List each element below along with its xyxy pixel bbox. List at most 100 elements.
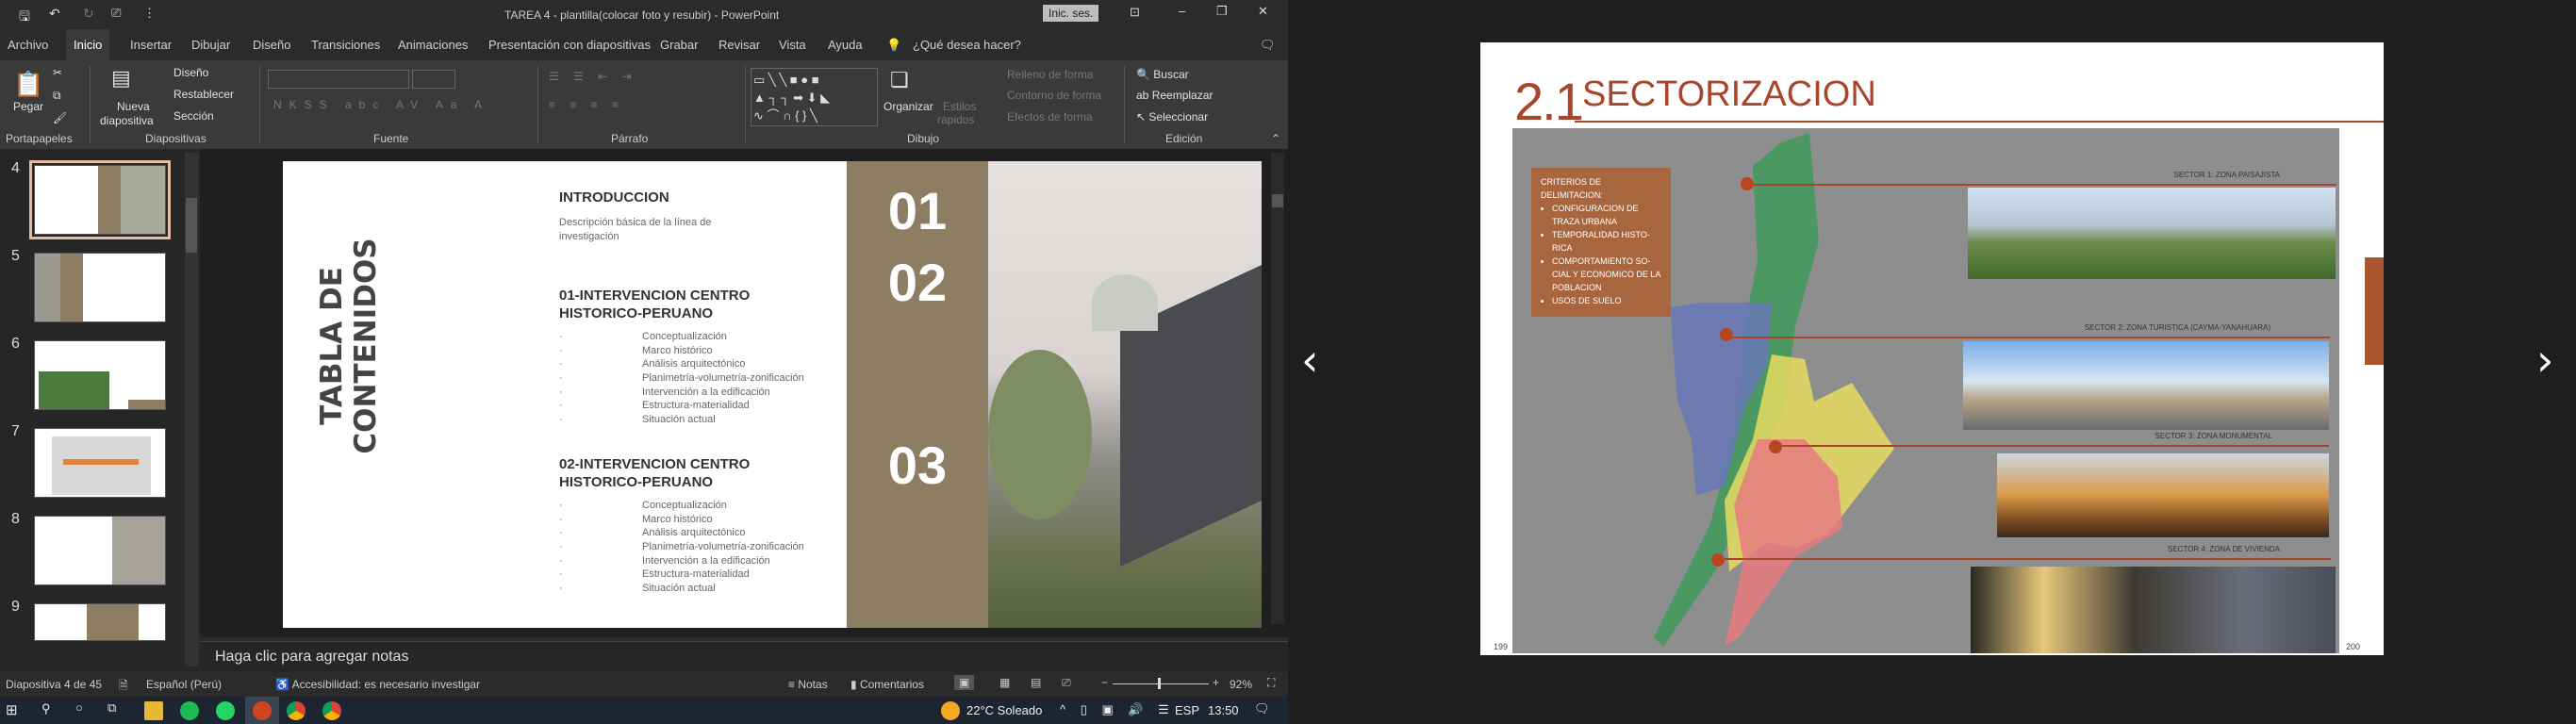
shapes-gallery[interactable]: ▭ ╲ ╲ ■ ● ■ ▲ ┐ ┐ ➡ ⬇ ◣ ∿ ⌒ ∩ { } ╲ <box>751 68 878 126</box>
current-slide[interactable]: TABLA DE CONTENIDOS INTRODUCCION Descrip… <box>283 161 1262 628</box>
find-button[interactable]: 🔍 Buscar <box>1136 68 1189 81</box>
language-button[interactable]: Español (Perú) <box>146 678 222 691</box>
zoom-slider[interactable] <box>1113 678 1209 689</box>
save-icon[interactable]: 🖫 <box>19 7 30 29</box>
shape-outline-button[interactable]: Contorno de forma <box>1007 89 1101 102</box>
slide-thumbnail-8[interactable] <box>34 516 166 585</box>
cortana-icon[interactable]: ○ <box>75 700 83 715</box>
slide-thumbnail-5[interactable] <box>34 253 166 322</box>
undo-icon[interactable]: ↶ <box>49 6 60 22</box>
sign-in-button[interactable]: Inic. ses. <box>1043 5 1099 22</box>
tab-animaciones[interactable]: Animaciones <box>398 38 468 52</box>
next-page-button[interactable]: › <box>2536 335 2553 386</box>
toc-item: · Estructura-materialidad <box>559 400 842 414</box>
format-painter-icon[interactable]: 🖌 <box>53 111 67 124</box>
slide-thumbnail-6[interactable] <box>34 340 166 410</box>
slide-thumbnail-9[interactable] <box>34 603 166 641</box>
notifications-icon[interactable]: 🗨 <box>1254 701 1270 716</box>
replace-button[interactable]: ab Reemplazar <box>1136 89 1213 102</box>
tab-diseno[interactable]: Diseño <box>253 38 290 52</box>
copy-icon[interactable]: ⧉ <box>53 89 61 103</box>
previous-page-button[interactable]: ‹ <box>1301 335 1318 386</box>
new-slide-label-2[interactable]: diapositiva <box>100 114 154 127</box>
slide-thumbnail-7[interactable] <box>34 428 166 498</box>
comments-icon[interactable]: 🗨 <box>1260 38 1276 53</box>
present-icon[interactable]: ⎚ <box>111 6 121 21</box>
align-buttons[interactable]: ≡ ≡ ≡ ≡ <box>549 98 624 111</box>
section-button[interactable]: Sección <box>173 109 214 123</box>
paste-icon[interactable]: 📋 <box>13 70 43 99</box>
shape-effects-button[interactable]: Efectos de forma <box>1007 110 1093 123</box>
list-buttons[interactable]: ☰ ☰ ⇤ ⇥ <box>549 70 637 83</box>
spellcheck-icon[interactable]: 🗎 <box>119 677 128 697</box>
redo-icon[interactable]: ↻ <box>83 6 94 22</box>
tell-me-search[interactable]: ¿Qué desea hacer? <box>913 38 1021 52</box>
tab-vista[interactable]: Vista <box>779 38 806 52</box>
layout-button[interactable]: Diseño <box>173 66 208 79</box>
spotify-icon[interactable] <box>180 701 199 720</box>
normal-view-button[interactable]: ▣ <box>954 675 975 690</box>
zoom-in-button[interactable]: + <box>1213 676 1219 689</box>
comments-button[interactable]: ▮ Comentarios <box>850 678 924 691</box>
select-button[interactable]: ↖ Seleccionar <box>1136 110 1208 123</box>
font-format-buttons[interactable]: NKSS abc AV Aa A <box>273 98 489 111</box>
windows-start-icon[interactable]: ⊞ <box>6 701 18 718</box>
tab-grabar[interactable]: Grabar <box>660 38 698 52</box>
tab-dibujar[interactable]: Dibujar <box>191 38 230 52</box>
chrome-icon[interactable] <box>287 701 305 720</box>
search-icon[interactable]: ⚲ <box>41 701 51 716</box>
paste-button[interactable]: Pegar <box>13 100 43 113</box>
toc-item-label: Situación actual <box>642 414 716 426</box>
new-slide-button[interactable]: Nueva <box>117 100 150 113</box>
whatsapp-icon[interactable] <box>216 701 235 720</box>
criteria-item: COMPORTAMIENTO SO-CIAL Y ECONOMICO DE LA… <box>1552 255 1661 294</box>
collapse-ribbon-icon[interactable]: ⌃ <box>1271 132 1280 145</box>
input-language[interactable]: ESP <box>1175 703 1199 717</box>
clock[interactable]: 13:50 <box>1208 703 1239 717</box>
file-explorer-icon[interactable] <box>144 701 163 720</box>
zoom-slider-thumb[interactable] <box>1158 678 1162 689</box>
zoom-out-button[interactable]: − <box>1101 676 1108 689</box>
thumbnails-scrollbar[interactable] <box>185 153 198 666</box>
slide-thumbnail-4[interactable] <box>29 160 171 239</box>
scrollbar-thumb[interactable] <box>186 198 197 253</box>
close-button[interactable]: ✕ <box>1258 4 1268 19</box>
tab-archivo[interactable]: Archivo <box>8 38 48 52</box>
font-size-input[interactable] <box>412 70 455 89</box>
arrange-button[interactable]: Organizar <box>883 100 933 113</box>
quick-styles-button[interactable]: Estilos <box>943 100 976 113</box>
tab-presentacion[interactable]: Presentación con diapositivas <box>488 38 651 52</box>
shape-fill-button[interactable]: Relleno de forma <box>1007 68 1093 81</box>
chrome-icon[interactable] <box>322 701 341 720</box>
slide-sorter-button[interactable]: ▦ <box>999 676 1010 689</box>
scrollbar-thumb[interactable] <box>1272 194 1283 207</box>
minimize-button[interactable]: – <box>1179 4 1185 18</box>
reading-view-button[interactable]: ▤ <box>1031 676 1041 689</box>
intro-description: Descripción básica de la línea de invest… <box>559 216 711 244</box>
customize-toolbar-icon[interactable]: ⋮ <box>143 6 156 21</box>
arrange-icon[interactable]: ❏ <box>890 68 909 92</box>
fit-to-window-icon[interactable]: ⛶ <box>1267 676 1275 690</box>
cut-icon[interactable]: ✂ <box>53 66 62 79</box>
slideshow-button[interactable]: ⎚ <box>1062 676 1071 690</box>
zoom-level[interactable]: 92% <box>1230 678 1252 691</box>
powerpoint-taskbar-button[interactable] <box>245 697 279 724</box>
tab-insertar[interactable]: Insertar <box>130 38 172 52</box>
tab-transiciones[interactable]: Transiciones <box>311 38 380 52</box>
toc-item: · Conceptualización <box>559 331 842 345</box>
new-slide-icon[interactable]: ▤ <box>111 66 131 90</box>
tab-revisar[interactable]: Revisar <box>718 38 760 52</box>
font-name-input[interactable] <box>268 70 409 89</box>
task-view-icon[interactable]: ⧉ <box>107 700 116 716</box>
tray-icons[interactable]: ^ ▯ ▣ 🔊 ☰ <box>1060 702 1175 717</box>
maximize-button[interactable]: ❐ <box>1216 4 1228 19</box>
slide-scrollbar[interactable] <box>1271 153 1284 624</box>
notes-pane[interactable]: Haga clic para agregar notas <box>200 641 1288 672</box>
tab-ayuda[interactable]: Ayuda <box>828 38 863 52</box>
notes-button[interactable]: ≡ Notas <box>788 678 828 691</box>
reset-button[interactable]: Restablecer <box>173 88 234 101</box>
weather-text[interactable]: 22°C Soleado <box>966 703 1042 717</box>
accessibility-button[interactable]: ♿ Accesibilidad: es necesario investigar <box>275 678 480 691</box>
ribbon-display-icon[interactable]: ⊡ <box>1130 5 1140 20</box>
tab-inicio[interactable]: Inicio <box>66 29 110 60</box>
